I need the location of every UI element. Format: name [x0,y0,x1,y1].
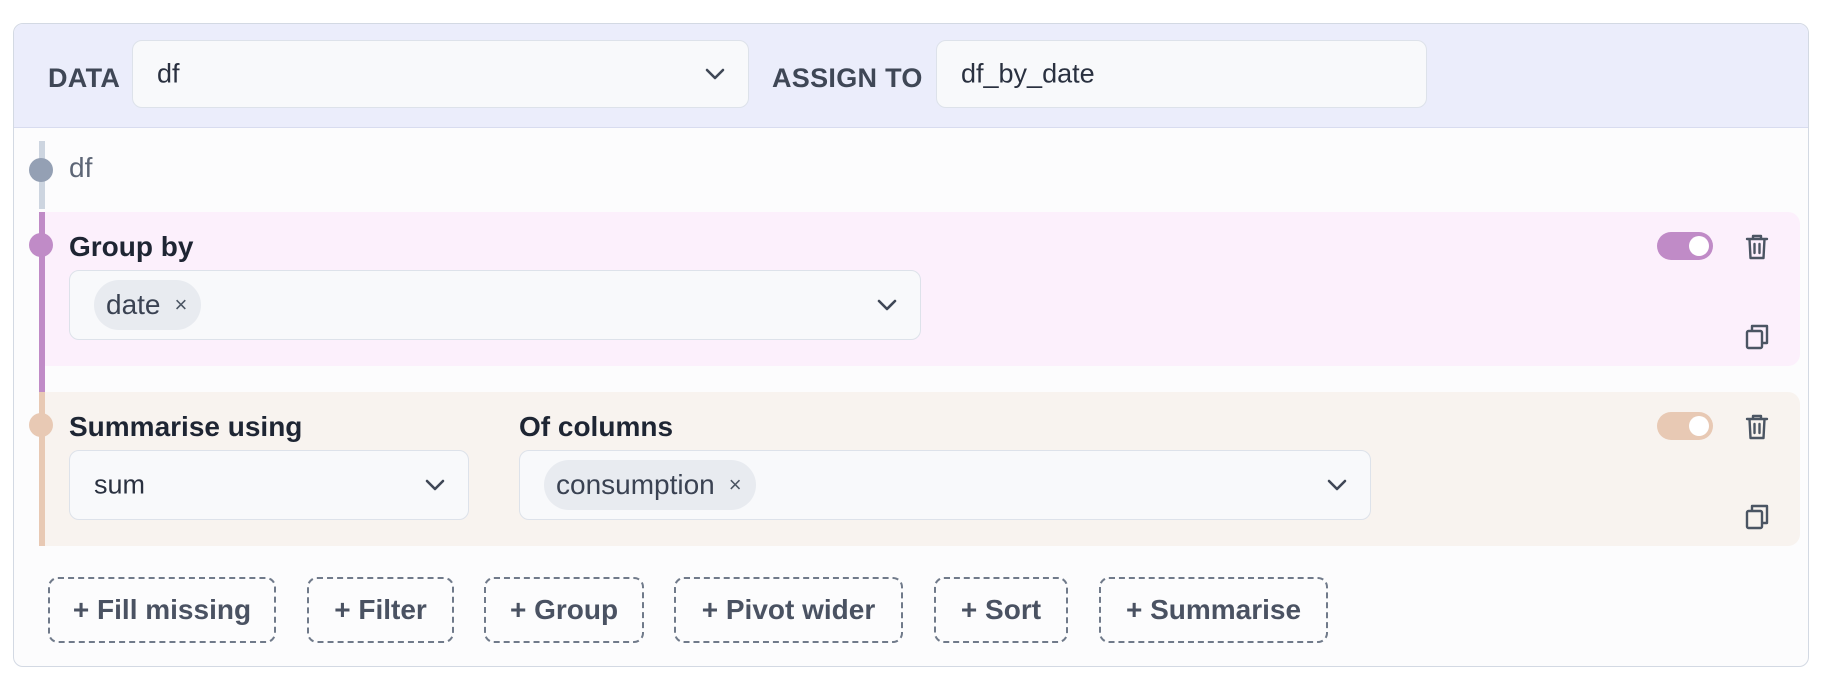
add-filter-button[interactable]: + Filter [307,577,454,643]
toggle-knob [1689,236,1709,256]
pipeline-header: DATA df ASSIGN TO df_by_date [14,24,1808,128]
summarise-function-select[interactable]: sum [69,450,469,520]
duplicate-icon[interactable] [1743,322,1771,352]
remove-chip-icon[interactable]: × [729,472,742,498]
add-pivot-wider-button[interactable]: + Pivot wider [674,577,903,643]
summarise-function-value: sum [94,469,146,500]
duplicate-icon[interactable] [1743,502,1771,532]
source-label: df [69,152,93,183]
assign-to-label: ASSIGN TO [772,63,923,93]
column-chip-date: date × [94,280,202,330]
data-source-select[interactable]: df [132,40,749,108]
group-by-title: Group by [69,231,194,262]
group-by-enable-toggle[interactable] [1657,232,1713,260]
pipeline-panel: DATA df ASSIGN TO df_by_date df Group by… [13,23,1809,667]
source-node-dot [29,158,53,182]
summarise-columns-select[interactable]: consumption × [519,450,1371,520]
add-fill-missing-button[interactable]: + Fill missing [48,577,276,643]
group-by-columns-select[interactable]: date × [69,270,921,340]
assign-to-value: df_by_date [961,58,1095,89]
summarise-using-title: Summarise using [69,411,303,442]
add-summarise-button[interactable]: + Summarise [1099,577,1328,643]
of-columns-title: Of columns [519,411,674,442]
chip-label: consumption [556,469,715,500]
trash-icon[interactable] [1743,412,1771,442]
chevron-down-icon [876,298,898,312]
chevron-down-icon [704,67,726,81]
add-group-button[interactable]: + Group [484,577,644,643]
remove-chip-icon[interactable]: × [175,292,188,318]
summarise-step: Summarise using sum Of columns consumpti… [29,392,1800,546]
group-by-step: Group by date × [29,212,1800,392]
trash-icon[interactable] [1743,232,1771,262]
group-by-node-dot [29,233,53,257]
assign-to-input[interactable]: df_by_date [936,40,1427,108]
toggle-knob [1689,416,1709,436]
summarise-enable-toggle[interactable] [1657,412,1713,440]
column-chip-consumption: consumption × [544,460,756,510]
add-sort-button[interactable]: + Sort [934,577,1068,643]
summarise-node-dot [29,413,53,437]
chip-label: date [106,289,161,320]
chevron-down-icon [1326,478,1348,492]
chevron-down-icon [424,478,446,492]
data-label: DATA [48,63,121,93]
data-source-value: df [157,58,180,89]
